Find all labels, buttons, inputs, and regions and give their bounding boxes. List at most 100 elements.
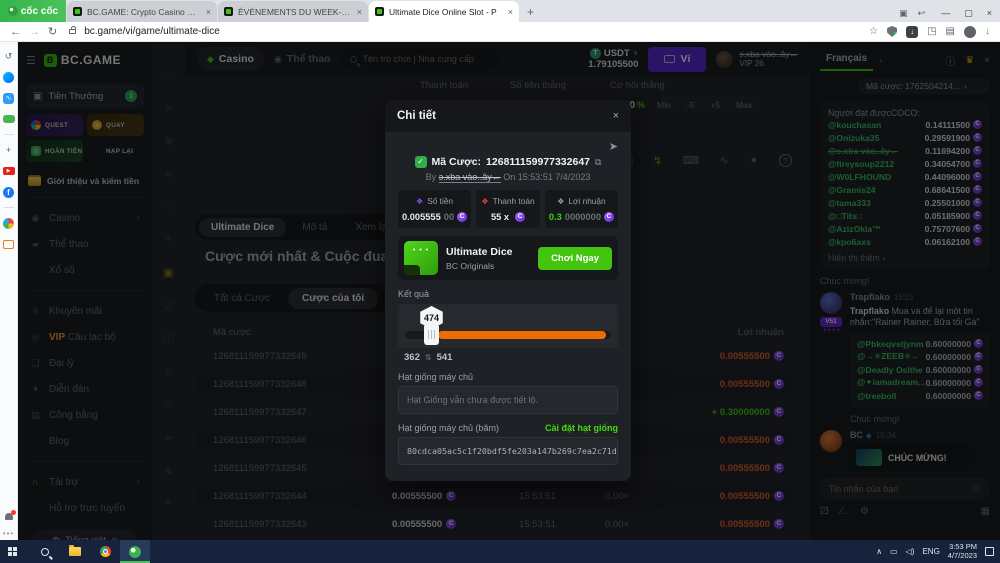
strip-more-icon[interactable]: ••• xyxy=(3,529,14,538)
bet-meta-line: By ɔ.xba vào..ây← On 15:53:51 7/4/2023 xyxy=(425,172,591,183)
chrome-icon[interactable] xyxy=(90,540,120,563)
bet-stat-card: ❖ Lợi nhuận 0.3 0000000 xyxy=(544,190,618,228)
slider-fill xyxy=(438,331,606,339)
facebook-icon[interactable]: f xyxy=(3,186,15,198)
adblock-shield-icon[interactable]: 2 xyxy=(887,26,898,37)
server-seed-label: Hạt giống máy chủ xyxy=(398,372,474,382)
screen: cốc cốc BC.GAME: Crypto Casino Gar × ÉVÉ… xyxy=(0,0,1000,563)
modal-title: Chi tiết xyxy=(397,110,436,122)
video-download-icon[interactable]: ↓ xyxy=(906,25,919,38)
add-shortcut-icon[interactable]: + xyxy=(3,144,15,156)
new-tab-button[interactable]: + xyxy=(527,5,534,19)
lock-icon[interactable] xyxy=(69,26,77,34)
url-text[interactable]: bc.game/vi/game/ultimate-dice xyxy=(84,26,220,37)
bet-id-line: ✓ Mã Cược: 126811159977332647 ⧉ xyxy=(398,156,618,168)
game-provider: BC Originals xyxy=(446,260,495,271)
chart-app-icon[interactable]: ∿ xyxy=(3,92,15,104)
range-high: 541 xyxy=(436,352,453,363)
bet-stat-card: ❖ Thanh toán 55 x xyxy=(476,190,540,228)
tab-close-icon[interactable]: × xyxy=(206,7,211,17)
taskbar-search-icon[interactable] xyxy=(30,540,60,563)
history-icon[interactable]: ↺ xyxy=(3,50,15,62)
speaker-icon[interactable]: ◁) xyxy=(906,547,915,556)
seed-settings-link[interactable]: Cài đặt hạt giống xyxy=(545,423,618,433)
swap-icon: ⇅ xyxy=(424,353,432,362)
minimize-button[interactable]: — xyxy=(941,8,950,19)
back-to-icon[interactable]: ↩ xyxy=(918,8,926,19)
game-card: Ultimate Dice BC Originals Chơi Ngay xyxy=(398,236,618,280)
tab-title: BC.GAME: Crypto Casino Gar xyxy=(87,6,201,17)
modal-close-icon[interactable]: × xyxy=(613,110,619,122)
copy-icon[interactable]: ⧉ xyxy=(595,157,601,168)
browser-tab-bar: cốc cốc BC.GAME: Crypto Casino Gar × ÉVÉ… xyxy=(0,0,1000,22)
tab-close-icon[interactable]: × xyxy=(508,7,513,17)
browser-tab[interactable]: Ultimate Dice Online Slot - P × xyxy=(369,1,519,22)
shopping-icon[interactable] xyxy=(3,238,15,250)
reload-icon[interactable]: ↻ xyxy=(48,25,57,38)
window-controls: — ▢ × xyxy=(941,8,992,19)
display-icon[interactable]: ▭ xyxy=(890,547,898,556)
stat-value: 55 x xyxy=(480,212,536,222)
browser-tab[interactable]: BC.GAME: Crypto Casino Gar × xyxy=(67,1,217,22)
coccoc-logo-icon xyxy=(7,6,18,16)
stat-icon: ❖ xyxy=(481,196,489,206)
system-tray: ∧ ▭ ◁) ENG 3:53 PM 4/7/2023 xyxy=(876,542,1000,560)
seed-hash-label: Hạt giống máy chủ (băm) xyxy=(398,423,500,433)
language-indicator[interactable]: ENG xyxy=(922,547,939,556)
stat-value: 0.005555 00 xyxy=(402,212,468,222)
extension-icon[interactable]: ◳ xyxy=(927,26,936,37)
browser-tab[interactable]: ÉVÉNEMENTS DU WEEK-END × xyxy=(218,1,368,22)
windows-taskbar: ∧ ▭ ◁) ENG 3:53 PM 4/7/2023 xyxy=(0,540,1000,563)
result-label: Kết quả xyxy=(398,289,430,299)
maximize-button[interactable]: ▢ xyxy=(964,8,973,19)
bet-stat-cards: ❖Số tiền 0.00555500 ❖Thanh toán 55 x ❖Lợ… xyxy=(398,190,618,228)
tab-title: Ultimate Dice Online Slot - P xyxy=(389,6,497,17)
messenger-icon[interactable] xyxy=(3,71,15,83)
bookmark-star-icon[interactable]: ☆ xyxy=(869,26,878,37)
tab-title: ÉVÉNEMENTS DU WEEK-END xyxy=(238,6,352,17)
games-icon[interactable] xyxy=(2,113,15,125)
stat-label: Lợi nhuận xyxy=(568,196,606,206)
tab-favicon xyxy=(224,7,233,16)
back-icon[interactable]: ← xyxy=(10,26,21,38)
game-title: Ultimate Dice xyxy=(446,245,513,258)
result-range: 362 ⇅ 541 xyxy=(398,352,618,363)
bet-stat-card: ❖ Số tiền 0.005555 00 xyxy=(398,190,472,228)
browser-games-icon[interactable] xyxy=(3,217,15,229)
strip-divider xyxy=(3,207,14,208)
forward-icon[interactable]: → xyxy=(29,26,40,38)
address-bar: ← → ↻ bc.game/vi/game/ultimate-dice ☆ 2 … xyxy=(0,22,1000,42)
close-button[interactable]: × xyxy=(987,8,992,19)
result-badge: 474 xyxy=(420,306,443,329)
taskbar-clock[interactable]: 3:53 PM 4/7/2023 xyxy=(948,542,977,560)
coin-icon xyxy=(515,212,526,222)
verified-shield-icon: ✓ xyxy=(414,156,427,168)
addressbar-actions: ☆ 2 ↓ ◳ ▤ ↓ xyxy=(869,25,990,38)
coccoc-logo-label: cốc cốc xyxy=(20,5,59,17)
tab-close-icon[interactable]: × xyxy=(357,7,362,17)
notification-bell-icon[interactable] xyxy=(4,510,16,520)
tray-expand-icon[interactable]: ∧ xyxy=(876,547,882,556)
server-seed-field[interactable]: Hạt Giống vẫn chưa được tiết lộ. xyxy=(398,386,618,414)
tab-favicon xyxy=(375,7,384,16)
coccoc-logo[interactable]: cốc cốc xyxy=(0,0,66,22)
bet-id-value: 126811159977332647 xyxy=(486,156,591,168)
capture-icon[interactable]: ▣ xyxy=(899,8,908,19)
browser-side-strip: ↺ ∿ + ▶ f ••• xyxy=(0,42,18,540)
downloads-icon[interactable]: ↓ xyxy=(985,26,990,37)
profile-avatar[interactable] xyxy=(964,25,976,38)
file-explorer-icon[interactable] xyxy=(60,540,90,563)
action-center-icon[interactable] xyxy=(985,547,994,556)
coccoc-taskbar-icon[interactable] xyxy=(120,540,150,563)
stat-value: 0.3 0000000 xyxy=(549,212,614,222)
stat-icon: ❖ xyxy=(557,196,565,206)
bettor-username[interactable]: ɔ.xba vào..ây← xyxy=(438,172,501,183)
game-thumbnail[interactable] xyxy=(404,241,438,275)
start-button[interactable] xyxy=(0,540,30,563)
share-icon[interactable]: ➤ xyxy=(609,140,618,153)
range-low: 362 xyxy=(404,352,420,363)
sidebar-toggle-icon[interactable]: ▤ xyxy=(946,26,955,37)
seed-hash-field[interactable]: 80cdca05ac5c1f20bdf5fe203a147b269c7ea2c7… xyxy=(398,437,618,465)
play-now-button[interactable]: Chơi Ngay xyxy=(538,246,612,270)
youtube-icon[interactable]: ▶ xyxy=(2,165,15,177)
